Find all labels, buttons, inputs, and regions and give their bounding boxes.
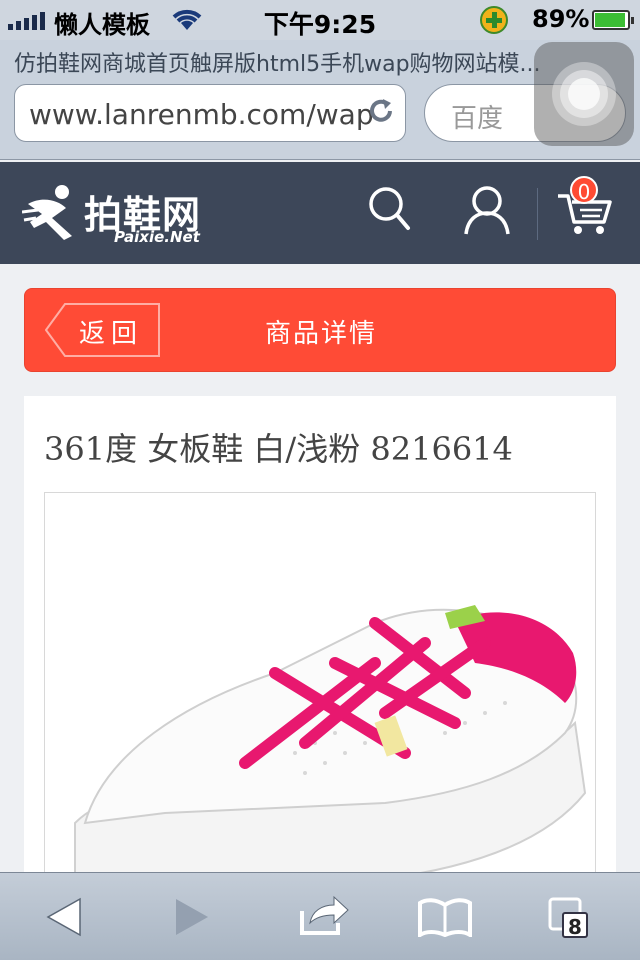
- app-plus-icon: [480, 6, 508, 34]
- page-title: 仿拍鞋网商城首页触屏版html5手机wap购物网站模...: [14, 52, 541, 77]
- browser-toolbar: [0, 872, 640, 960]
- user-icon[interactable]: [462, 184, 512, 236]
- runner-logo-icon: [22, 185, 72, 240]
- sneaker-photo-icon: [74, 605, 587, 891]
- bookmarks-icon[interactable]: [418, 897, 472, 937]
- url-field[interactable]: www.lanrenmb.com/wap: [14, 84, 406, 142]
- detail-nav-bar: 返回 商品详情: [24, 288, 616, 372]
- search-icon[interactable]: [366, 184, 412, 234]
- battery-icon: [592, 10, 634, 30]
- cart-count-badge: 0: [570, 176, 598, 204]
- product-card: 361度 女板鞋 白/浅粉 8216614: [24, 396, 616, 892]
- forward-nav-icon[interactable]: [174, 897, 210, 937]
- status-bar: 懒人模板 下午9:25 89%: [0, 0, 640, 40]
- site-header: 拍鞋网 Paixie.Net: [0, 162, 640, 264]
- site-logo[interactable]: 拍鞋网 Paixie.Net: [22, 182, 232, 252]
- tab-count-badge: 8: [562, 912, 588, 939]
- back-nav-icon[interactable]: [46, 897, 82, 937]
- product-image[interactable]: [44, 492, 596, 892]
- share-icon[interactable]: [298, 893, 350, 937]
- assistive-touch-button[interactable]: [534, 42, 634, 146]
- product-name: 361度 女板鞋 白/浅粉 8216614: [44, 430, 513, 468]
- header-divider: [537, 188, 538, 240]
- battery-percent: 89%: [532, 5, 590, 33]
- nav-title: 商品详情: [264, 319, 377, 349]
- logo-subtext: Paixie.Net: [114, 228, 200, 246]
- reload-icon[interactable]: [366, 96, 396, 126]
- browser-bar: 仿拍鞋网商城首页触屏版html5手机wap购物网站模... www.lanren…: [0, 40, 640, 160]
